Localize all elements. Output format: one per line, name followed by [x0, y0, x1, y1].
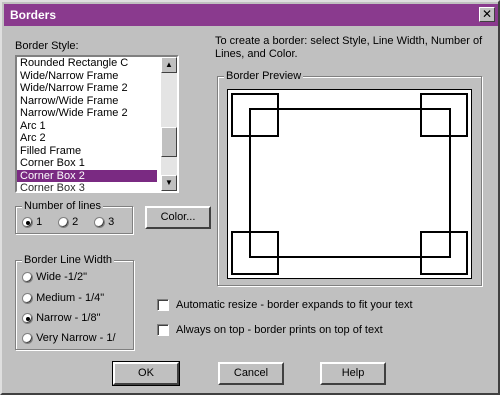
- width-option-medium[interactable]: Medium - 1/4": [22, 292, 104, 304]
- color-button[interactable]: Color...: [145, 206, 211, 229]
- list-item[interactable]: Wide/Narrow Frame: [17, 70, 157, 83]
- preview-corner-box-bottom-left: [231, 231, 279, 275]
- always-on-top-label[interactable]: Always on top - border prints on top of …: [176, 324, 383, 336]
- arrow-down-icon: ▼: [165, 178, 173, 187]
- list-item[interactable]: Narrow/Wide Frame 2: [17, 107, 157, 120]
- radio-icon[interactable]: [22, 271, 33, 283]
- radio-icon[interactable]: [94, 216, 105, 228]
- title-bar[interactable]: Borders ✕: [4, 4, 498, 26]
- radio-icon[interactable]: [22, 292, 33, 304]
- border-line-width-group: Border Line Width Wide -1/2" Medium - 1/…: [15, 254, 134, 350]
- list-item-selected[interactable]: Corner Box 2: [17, 169, 157, 182]
- help-button[interactable]: Help: [320, 362, 386, 385]
- listbox-scrollbar[interactable]: ▲ ▼: [161, 57, 177, 191]
- auto-resize-label[interactable]: Automatic resize - border expands to fit…: [176, 299, 413, 311]
- window-title: Borders: [10, 8, 57, 22]
- width-option-wide[interactable]: Wide -1/2": [22, 271, 87, 283]
- arrow-up-icon: ▲: [165, 60, 173, 69]
- lines-option-1[interactable]: 1: [22, 216, 42, 228]
- list-item[interactable]: Narrow/Wide Frame: [17, 95, 157, 108]
- cancel-button[interactable]: Cancel: [218, 362, 284, 385]
- always-on-top-checkbox[interactable]: [157, 324, 169, 336]
- width-option-very-narrow[interactable]: Very Narrow - 1/: [22, 332, 116, 344]
- list-item[interactable]: Corner Box 1: [17, 157, 157, 170]
- border-style-label: Border Style:: [15, 40, 79, 52]
- preview-corner-box-top-left: [231, 93, 279, 137]
- scroll-up-button[interactable]: ▲: [161, 57, 177, 73]
- scroll-thumb[interactable]: [161, 127, 177, 157]
- lines-option-3[interactable]: 3: [94, 216, 114, 228]
- lines-option-2[interactable]: 2: [58, 216, 78, 228]
- border-style-listbox[interactable]: Rounded Rectangle C Wide/Narrow Frame Wi…: [15, 55, 179, 193]
- instructions-text: To create a border: select Style, Line W…: [215, 35, 483, 60]
- border-line-width-label: Border Line Width: [22, 254, 115, 266]
- border-preview-drawing: [231, 93, 468, 275]
- border-preview-canvas: [227, 89, 472, 279]
- width-option-narrow[interactable]: Narrow - 1/8": [22, 312, 100, 324]
- radio-icon[interactable]: [58, 216, 69, 228]
- auto-resize-checkbox[interactable]: [157, 299, 169, 311]
- scroll-down-button[interactable]: ▼: [161, 175, 177, 191]
- list-item[interactable]: Arc 1: [17, 120, 157, 133]
- list-item[interactable]: Rounded Rectangle C: [17, 57, 157, 70]
- list-item[interactable]: Filled Frame: [17, 145, 157, 158]
- radio-icon[interactable]: [22, 216, 33, 228]
- radio-icon[interactable]: [22, 332, 33, 344]
- close-icon: ✕: [481, 7, 493, 21]
- radio-icon[interactable]: [22, 312, 33, 324]
- close-button[interactable]: ✕: [479, 7, 495, 22]
- number-of-lines-group: Number of lines 1 2 3: [15, 200, 133, 234]
- ok-button[interactable]: OK: [112, 361, 180, 386]
- border-style-items: Rounded Rectangle C Wide/Narrow Frame Wi…: [17, 57, 157, 191]
- border-preview-label: Border Preview: [224, 70, 304, 82]
- borders-dialog: Borders ✕ Border Style: Rounded Rectangl…: [0, 0, 500, 395]
- preview-corner-box-bottom-right: [420, 231, 468, 275]
- list-item[interactable]: Wide/Narrow Frame 2: [17, 82, 157, 95]
- list-item[interactable]: Arc 2: [17, 132, 157, 145]
- preview-corner-box-top-right: [420, 93, 468, 137]
- list-item[interactable]: Corner Box 3: [17, 182, 157, 191]
- number-of-lines-label: Number of lines: [22, 200, 104, 212]
